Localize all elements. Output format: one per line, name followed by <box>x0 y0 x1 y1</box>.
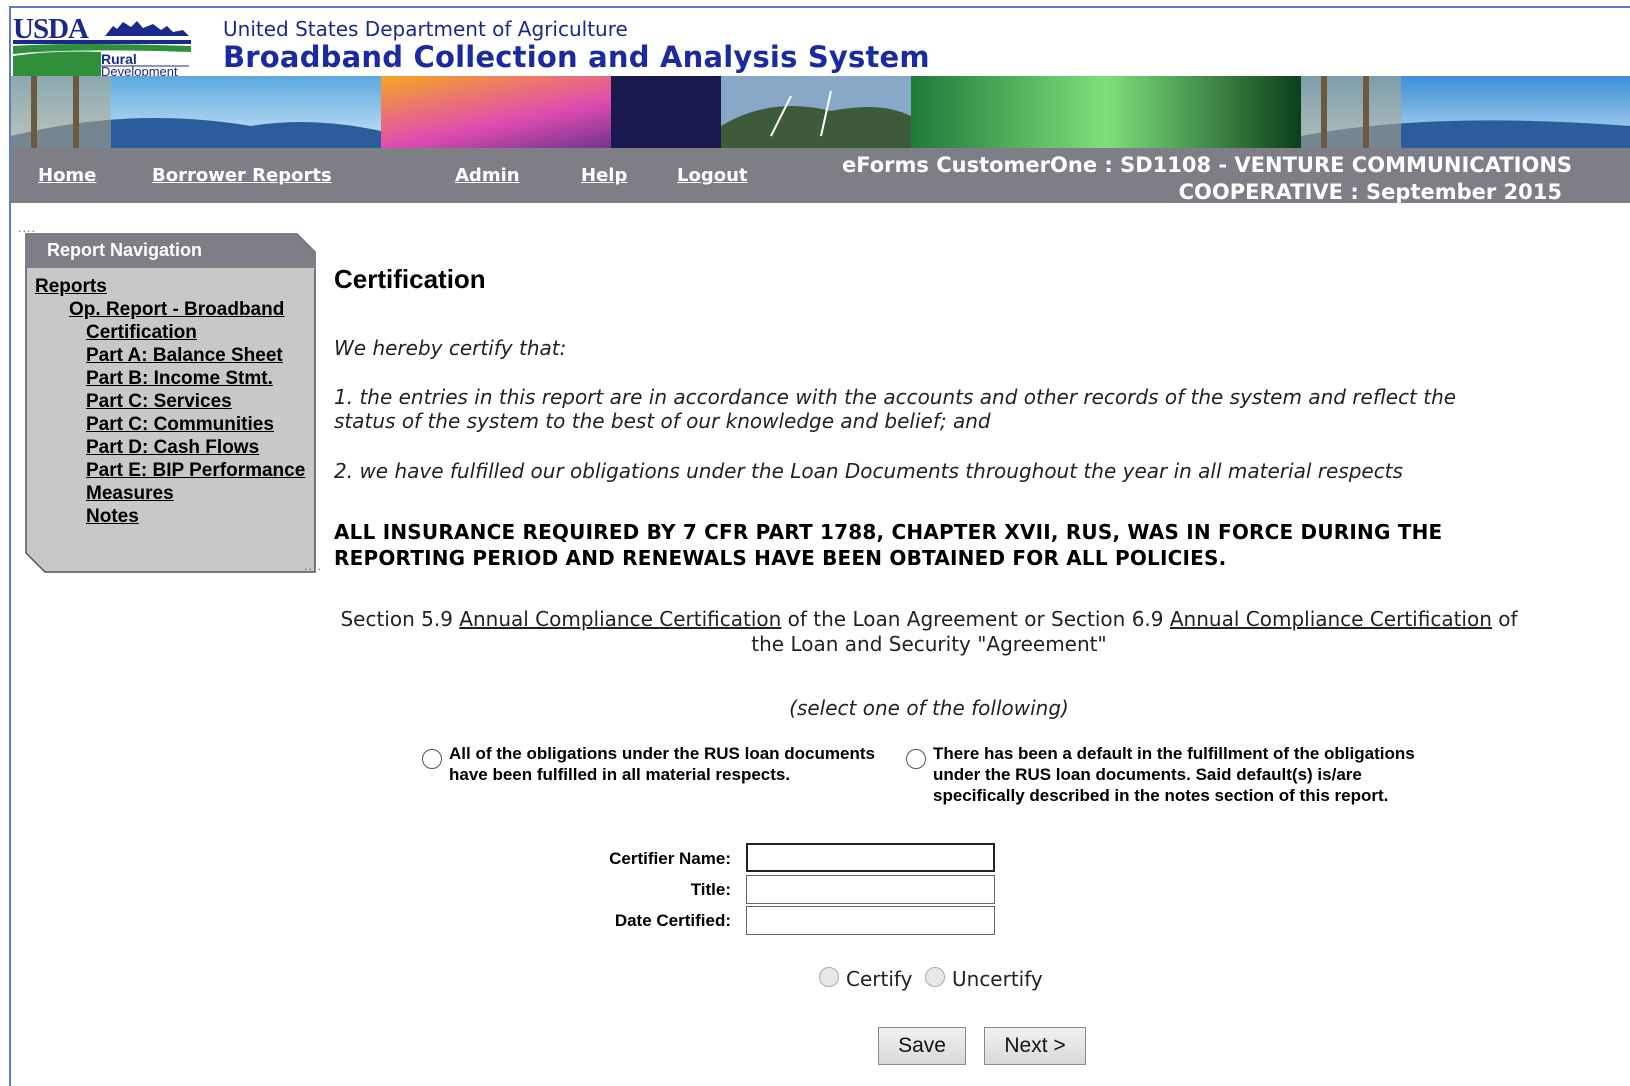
default-occurred-label: There has been a default in the fulfillm… <box>933 744 1415 805</box>
sidebar-title: Report Navigation <box>47 240 203 260</box>
annual-compliance-link-1[interactable]: Annual Compliance Certification <box>459 607 781 631</box>
uncertify-label: Uncertify <box>952 967 1043 991</box>
sidebar-item-reports[interactable]: Reports <box>35 276 107 298</box>
nav-logout-link[interactable]: Logout <box>677 165 748 186</box>
uncertify-radio[interactable] <box>925 967 945 987</box>
certify-item-2: 2. we have fulfilled our obligations und… <box>334 459 1403 483</box>
insurance-statement: ALL INSURANCE REQUIRED BY 7 CFR PART 178… <box>334 520 1443 570</box>
date-certified-label: Date Certified: <box>614 911 731 930</box>
certify-item-1: 1. the entries in this report are in acc… <box>334 385 1457 433</box>
nav-admin-link[interactable]: Admin <box>455 165 520 186</box>
agency-name: United States Department of Agriculture <box>223 17 628 41</box>
next-button[interactable]: Next > <box>984 1027 1086 1065</box>
section-text-prefix: Section 5.9 <box>340 607 460 631</box>
nav-home-link[interactable]: Home <box>38 165 96 186</box>
certifier-name-input[interactable] <box>746 843 995 872</box>
system-title: Broadband Collection and Analysis System <box>223 40 930 74</box>
report-navigation-panel: Report Navigation Reports Op. Report - B… <box>25 233 316 573</box>
obligations-fulfilled-radio[interactable] <box>422 749 442 769</box>
annual-compliance-link-2[interactable]: Annual Compliance Certification <box>1170 607 1492 631</box>
main-nav-bar: Home Borrower Reports Admin Help Logout … <box>11 148 1630 206</box>
section-reference: Section 5.9 Annual Compliance Certificat… <box>334 607 1524 657</box>
title-input[interactable] <box>746 875 995 904</box>
sidebar-item-notes[interactable]: Notes <box>86 506 139 528</box>
sidebar-item-communities[interactable]: Part C: Communities <box>86 414 274 436</box>
page-title: Certification <box>334 264 486 294</box>
sidebar-item-balance-sheet[interactable]: Part A: Balance Sheet <box>86 345 283 367</box>
select-instruction: (select one of the following) <box>789 696 1069 720</box>
sidebar-item-cash-flows[interactable]: Part D: Cash Flows <box>86 437 259 459</box>
header-banner-image <box>11 76 1630 148</box>
certify-intro: We hereby certify that: <box>334 336 567 360</box>
certify-radio[interactable] <box>819 967 839 987</box>
date-certified-input[interactable] <box>746 906 995 935</box>
save-button[interactable]: Save <box>878 1027 966 1065</box>
resize-handle-bottom[interactable]: .... <box>304 560 322 573</box>
nav-help-link[interactable]: Help <box>581 165 627 186</box>
report-context: eForms CustomerOne : SD1108 - VENTURE CO… <box>830 152 1630 206</box>
sidebar-item-op-report-broadband[interactable]: Op. Report - Broadband <box>69 299 284 321</box>
title-label: Title: <box>690 880 731 899</box>
report-context-line1: eForms CustomerOne : SD1108 - VENTURE CO… <box>842 153 1573 177</box>
sidebar-item-certification[interactable]: Certification <box>86 322 197 344</box>
sidebar-item-bip-performance[interactable]: Part E: BIP Performance <box>86 460 305 482</box>
nav-borrower-reports-link[interactable]: Borrower Reports <box>152 165 332 186</box>
certifier-name-label: Certifier Name: <box>609 849 731 868</box>
certify-label: Certify <box>846 967 913 991</box>
usda-rural-development-logo[interactable]: USDA Rural Development <box>13 12 199 79</box>
sidebar-item-income-stmt[interactable]: Part B: Income Stmt. <box>86 368 273 390</box>
site-header: USDA Rural Development United States Dep… <box>11 8 1630 79</box>
sidebar-item-measures[interactable]: Measures <box>86 483 174 505</box>
sidebar-item-services[interactable]: Part C: Services <box>86 391 232 413</box>
default-occurred-radio[interactable] <box>906 749 926 769</box>
report-context-line2: COOPERATIVE : September 2015 <box>1178 180 1562 204</box>
section-text-mid: of the Loan Agreement or Section 6.9 <box>781 607 1170 631</box>
obligations-fulfilled-label: All of the obligations under the RUS loa… <box>449 744 875 784</box>
